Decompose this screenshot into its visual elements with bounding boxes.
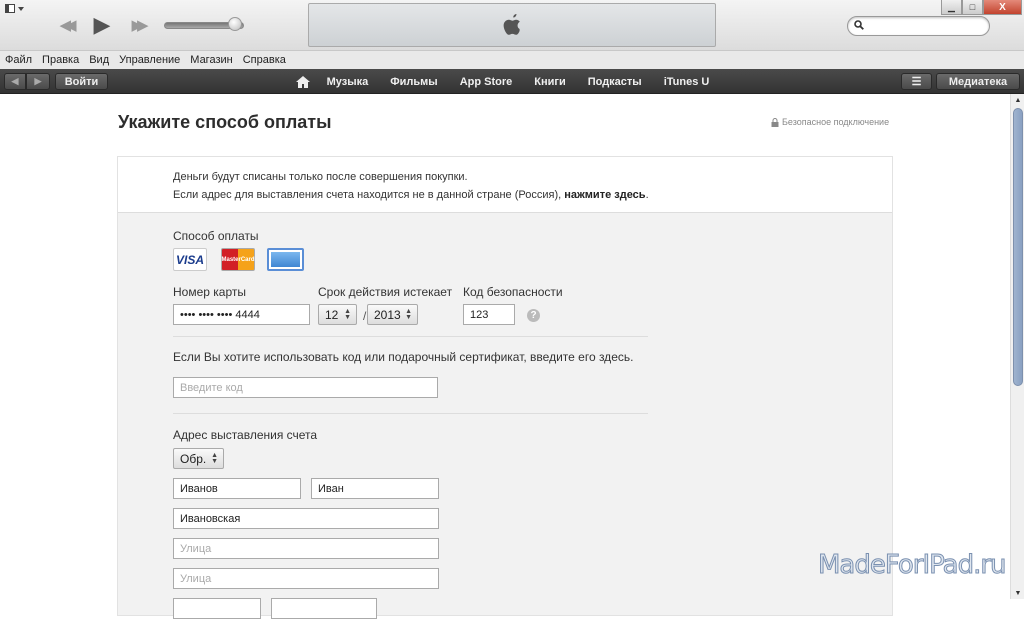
fast-forward-button[interactable]: ▶▶ (124, 14, 150, 36)
card-number-label: Номер карты (173, 285, 246, 299)
expiry-separator: / (363, 309, 367, 323)
region-input[interactable] (271, 598, 377, 619)
back-button[interactable]: ◀ (4, 73, 26, 90)
payment-method-label: Способ оплаты (173, 229, 259, 243)
store-link-books[interactable]: Книги (534, 76, 565, 88)
gift-code-input[interactable]: Введите код (173, 377, 438, 398)
scroll-thumb[interactable] (1013, 108, 1023, 386)
menu-help[interactable]: Справка (243, 54, 286, 66)
billing-address-label: Адрес выставления счета (173, 428, 318, 442)
watermark: MadeForIPad.ru (818, 550, 1008, 581)
visa-card-option[interactable]: VISA (173, 248, 207, 271)
payment-form: Деньги будут списаны только после соверш… (117, 156, 893, 619)
salutation-value: Обр. (180, 451, 207, 466)
menu-view[interactable]: Вид (89, 54, 109, 66)
secure-label: Безопасное подключение (782, 117, 890, 127)
info-line-2: Если адрес для выставления счета находит… (173, 189, 649, 201)
rewind-button[interactable]: ◀◀ (52, 14, 78, 36)
volume-slider[interactable] (164, 17, 248, 31)
salutation-select[interactable]: Обр. ▲ ▼ (173, 448, 224, 469)
vertical-scrollbar[interactable]: ▲ ▼ (1010, 94, 1024, 599)
apple-logo-icon (503, 14, 520, 35)
menu-bar: Файл Правка Вид Управление Магазин Справ… (0, 50, 1024, 69)
play-button[interactable]: ▶ (90, 12, 114, 37)
scroll-down-button[interactable]: ▼ (1011, 587, 1024, 599)
store-link-app-store[interactable]: App Store (460, 76, 513, 88)
store-link-itunes-u[interactable]: iTunes U (664, 76, 710, 88)
divider (173, 413, 648, 414)
expiry-month-select[interactable]: 12 ▲ ▼ (318, 304, 357, 325)
home-icon[interactable] (295, 75, 310, 88)
info-end: . (645, 189, 649, 201)
mastercard-card-option[interactable]: MasterCard (221, 248, 255, 271)
store-content: Укажите способ оплаты Безопасное подключ… (0, 94, 1010, 619)
search-box[interactable] (847, 16, 990, 36)
store-link-music[interactable]: Музыка (327, 76, 369, 88)
street-1-input[interactable]: Улица (173, 538, 439, 559)
street-2-input[interactable]: Улица (173, 568, 439, 589)
menu-controls[interactable]: Управление (119, 54, 180, 66)
lock-icon (771, 117, 779, 127)
cvv-input[interactable]: 123 (463, 304, 515, 325)
page-title: Укажите способ оплаты (118, 112, 332, 132)
help-icon[interactable]: ? (527, 309, 540, 322)
info-line-1: Деньги будут списаны только после соверш… (173, 171, 468, 183)
expiry-year-select[interactable]: 2013 ▲ ▼ (367, 304, 418, 325)
select-arrows-icon: ▲ ▼ (344, 308, 351, 321)
layout-toggle-icon[interactable] (5, 4, 25, 14)
secure-connection: Безопасное подключение (771, 117, 889, 127)
search-icon (854, 20, 864, 30)
divider (173, 336, 648, 337)
card-number-input[interactable]: •••• •••• •••• 4444 (173, 304, 310, 325)
store-link-podcasts[interactable]: Подкасты (588, 76, 642, 88)
gift-code-label: Если Вы хотите использовать код или пода… (173, 350, 634, 364)
city-input[interactable] (173, 598, 261, 619)
expiry-label: Срок действия истекает (318, 285, 453, 299)
last-name-input[interactable]: Иванов (173, 478, 301, 499)
amex-logo-icon (271, 252, 300, 267)
cvv-label: Код безопасности (463, 285, 563, 299)
middle-name-input[interactable]: Ивановская (173, 508, 439, 529)
list-menu-button[interactable]: ☰ (901, 73, 932, 90)
lcd-display (308, 3, 716, 47)
maximize-button[interactable]: □ (962, 0, 983, 15)
first-name-input[interactable]: Иван (311, 478, 439, 499)
select-arrows-icon: ▲ ▼ (211, 452, 218, 465)
title-bar: ◀◀ ▶ ▶▶ ▁ □ X (0, 0, 1024, 50)
search-input[interactable] (868, 19, 983, 33)
store-nav-bar: ◀ ▶ Войти Музыка Фильмы App Store Книги … (0, 69, 1024, 94)
store-link-movies[interactable]: Фильмы (390, 76, 437, 88)
expiry-month-value: 12 (325, 307, 339, 322)
expiry-year-value: 2013 (374, 307, 401, 322)
minimize-button[interactable]: ▁ (941, 0, 962, 15)
info-panel: Деньги будут списаны только после соверш… (118, 157, 892, 213)
scroll-up-button[interactable]: ▲ (1011, 94, 1024, 106)
amex-card-option[interactable] (267, 248, 304, 271)
change-country-link[interactable]: нажмите здесь (564, 189, 645, 201)
menu-edit[interactable]: Правка (42, 54, 79, 66)
menu-file[interactable]: Файл (5, 54, 32, 66)
close-button[interactable]: X (983, 0, 1022, 15)
menu-store[interactable]: Магазин (190, 54, 232, 66)
select-arrows-icon: ▲ ▼ (405, 308, 412, 321)
login-button[interactable]: Войти (55, 73, 108, 90)
library-button[interactable]: Медиатека (936, 73, 1020, 90)
info-text: Если адрес для выставления счета находит… (173, 189, 565, 201)
forward-button[interactable]: ▶ (26, 73, 50, 90)
